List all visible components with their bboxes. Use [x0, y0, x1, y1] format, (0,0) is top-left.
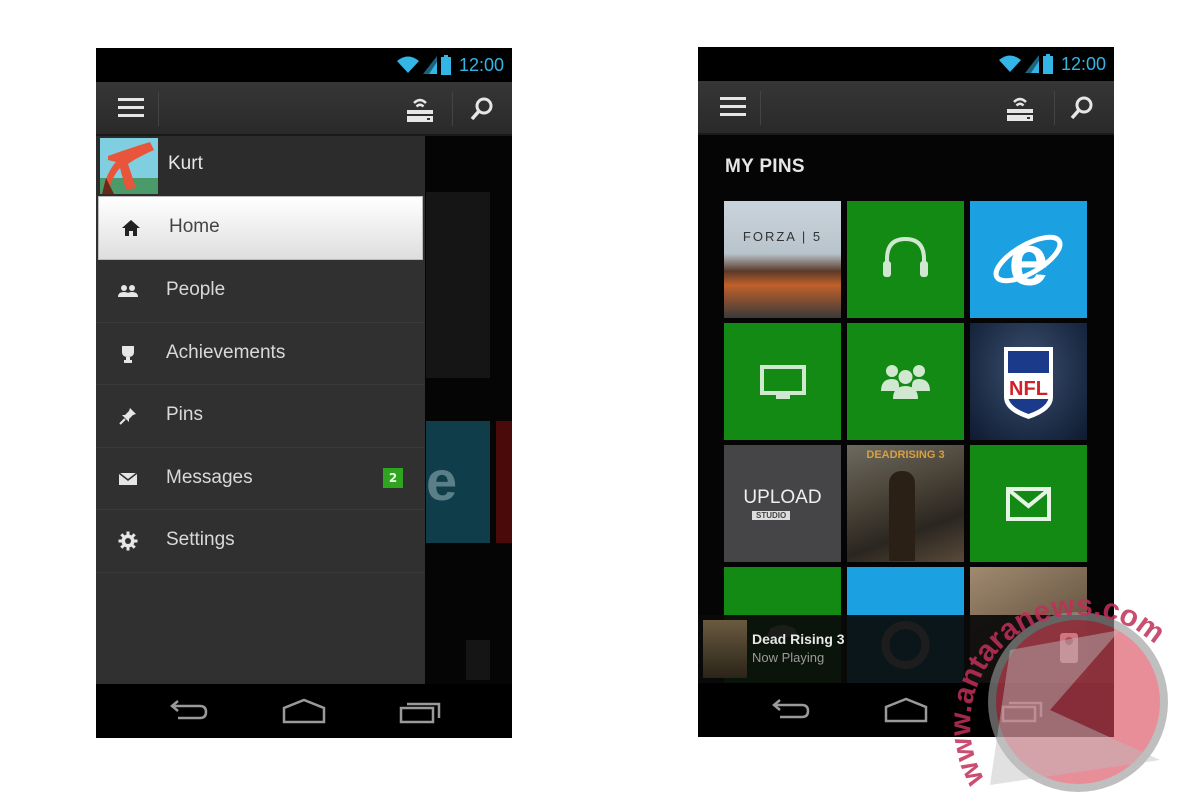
profile-header[interactable]: Kurt — [96, 136, 425, 196]
tile-forza-5[interactable]: FORZA | 5 — [724, 201, 841, 318]
svg-text:NFL: NFL — [1009, 378, 1048, 400]
tile-internet-explorer[interactable]: e — [970, 201, 1087, 318]
wifi-icon — [396, 56, 419, 73]
action-bar-divider — [760, 91, 761, 125]
status-time: 12:00 — [458, 54, 504, 75]
wifi-icon — [998, 55, 1021, 72]
dimmed-tile — [496, 421, 512, 543]
home-icon — [122, 220, 140, 236]
svg-text:e: e — [1008, 221, 1048, 301]
back-icon[interactable] — [768, 697, 812, 723]
tv-icon — [760, 365, 806, 399]
action-bar — [698, 81, 1114, 135]
menu-item-pins[interactable]: Pins — [96, 385, 425, 448]
tile-friends[interactable] — [847, 323, 964, 440]
tile-dead-rising-3[interactable]: DEADRISING 3 — [847, 445, 964, 562]
menu-item-settings[interactable]: Settings — [96, 510, 425, 573]
tile-label: DEADRISING 3 — [866, 449, 945, 461]
status-bar: 12:00 — [698, 47, 1114, 81]
dimmed-ie-tile: e — [426, 421, 490, 543]
tile-nfl[interactable]: NFL — [970, 323, 1087, 440]
phone-screen-navigation-drawer: 12:00 e Kurt Home People Achievements Pi… — [96, 48, 512, 738]
menu-item-label: People — [166, 279, 226, 300]
console-icon[interactable] — [1004, 93, 1036, 123]
menu-icon[interactable] — [720, 97, 746, 119]
nfl-logo-icon: NFL — [1004, 347, 1053, 419]
action-bar-divider — [158, 92, 159, 126]
recents-icon[interactable] — [398, 698, 442, 724]
tile-label: UPLOAD — [743, 487, 822, 508]
back-icon[interactable] — [166, 698, 210, 724]
tile-label: FORZA | 5 — [742, 229, 823, 244]
profile-name: Kurt — [168, 153, 203, 174]
drawer-menu: Home People Achievements Pins Messages 2 — [96, 196, 425, 573]
pins-page: MY PINS FORZA | 5 e NFL UPLOAD STUDIO DE… — [698, 135, 1114, 684]
menu-item-people[interactable]: People — [96, 260, 425, 323]
search-icon[interactable] — [1066, 93, 1098, 123]
battery-icon — [1042, 54, 1053, 74]
mail-icon — [118, 471, 138, 485]
remote-icon[interactable] — [1058, 631, 1080, 665]
now-playing-subtitle: Now Playing — [752, 650, 825, 665]
character-figure — [889, 471, 915, 561]
menu-item-home[interactable]: Home — [98, 196, 423, 260]
menu-item-achievements[interactable]: Achievements — [96, 323, 425, 385]
navigation-drawer: Kurt Home People Achievements Pins Messa… — [96, 136, 425, 684]
tile-sublabel: STUDIO — [752, 511, 791, 520]
tile-upload-studio[interactable]: UPLOAD STUDIO — [724, 445, 841, 562]
menu-item-label: Messages — [166, 466, 253, 488]
mail-icon — [1006, 487, 1051, 521]
phone-screen-my-pins: 12:00 MY PINS FORZA | 5 e NFL UPLOAD STU… — [698, 47, 1114, 737]
section-title: MY PINS — [725, 156, 805, 177]
status-time: 12:00 — [1060, 53, 1106, 74]
action-bar-divider — [1054, 91, 1055, 125]
battery-icon — [440, 55, 451, 75]
headphones-icon — [883, 236, 928, 277]
action-bar-divider — [452, 92, 453, 126]
menu-item-label: Settings — [166, 529, 235, 550]
ie-icon: e — [426, 449, 458, 512]
home-nav-icon[interactable] — [884, 697, 928, 723]
gear-icon — [118, 531, 138, 551]
home-nav-icon[interactable] — [282, 698, 326, 724]
ie-icon: e — [993, 221, 1063, 301]
dimmed-tile — [426, 192, 490, 378]
menu-item-messages[interactable]: Messages 2 — [96, 448, 425, 510]
signal-icon — [422, 56, 437, 74]
tile-music[interactable] — [847, 201, 964, 318]
trophy-icon — [122, 345, 134, 363]
recents-icon[interactable] — [1000, 697, 1044, 723]
menu-item-label: Pins — [166, 404, 203, 425]
now-playing-title: Dead Rising 3 — [752, 631, 845, 647]
menu-icon[interactable] — [118, 98, 144, 120]
dimmed-tile — [466, 640, 490, 680]
signal-icon — [1024, 55, 1039, 73]
now-playing-bar[interactable]: Dead Rising 3 Now Playing — [698, 615, 1114, 683]
tile-tv[interactable] — [724, 323, 841, 440]
now-playing-artwork — [703, 620, 747, 678]
search-icon[interactable] — [466, 94, 498, 124]
avatar — [100, 138, 158, 194]
android-nav-bar — [96, 684, 512, 738]
menu-item-label: Home — [169, 216, 220, 237]
tile-messages[interactable] — [970, 445, 1087, 562]
android-nav-bar — [698, 683, 1114, 737]
pin-icon — [119, 408, 136, 425]
friends-icon — [881, 365, 930, 399]
unread-count-badge: 2 — [383, 467, 403, 488]
menu-item-label: Achievements — [166, 341, 286, 363]
action-bar — [96, 82, 512, 136]
people-icon — [118, 285, 138, 297]
console-icon[interactable] — [404, 94, 436, 124]
status-bar: 12:00 — [96, 48, 512, 82]
